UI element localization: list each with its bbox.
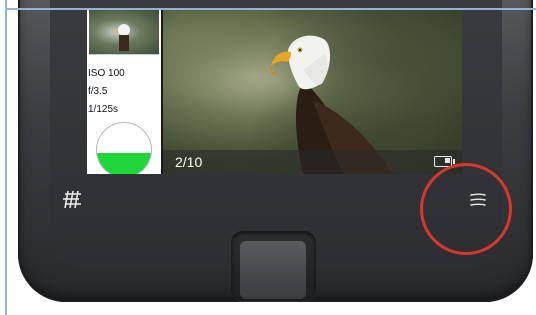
menu-button-highlight — [420, 163, 512, 255]
level-gauge-fill — [97, 152, 151, 174]
grid-icon[interactable] — [60, 188, 84, 212]
screenshot-frame: ISO 100 f/3.5 1/125s 2/10 — [0, 0, 536, 315]
home-button[interactable] — [231, 231, 316, 301]
iso-label: ISO 100 — [88, 68, 125, 79]
level-gauge — [96, 122, 152, 174]
eagle-thumbnail-icon — [115, 24, 130, 51]
side-panel: ISO 100 f/3.5 1/125s — [87, 10, 161, 174]
image-counter: 2/10 — [175, 154, 203, 170]
camera-screen: ISO 100 f/3.5 1/125s 2/10 — [87, 10, 462, 174]
shutter-label: 1/125s — [88, 104, 119, 115]
aperture-label: f/3.5 — [88, 86, 108, 97]
window-border-top — [5, 8, 536, 10]
status-bar: 2/10 — [163, 150, 462, 174]
window-border-left — [5, 0, 7, 315]
battery-level — [444, 158, 450, 163]
photo-thumbnail[interactable] — [89, 10, 159, 55]
home-button-face — [240, 241, 306, 299]
